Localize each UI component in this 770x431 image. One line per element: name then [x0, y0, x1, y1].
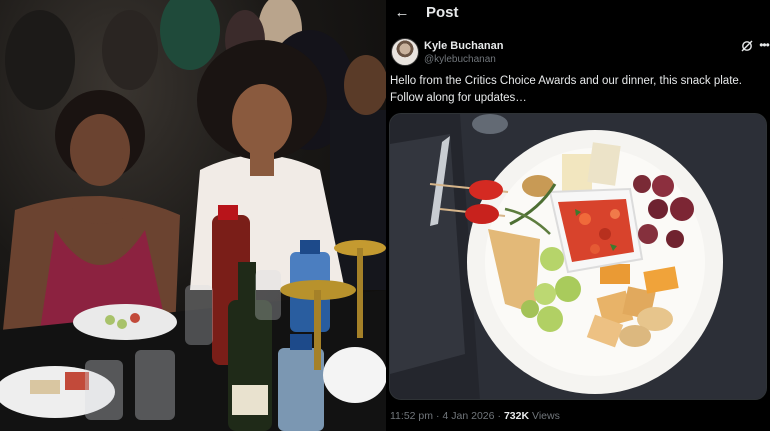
views-count: 732K: [503, 410, 530, 422]
author-display-name[interactable]: Kyle Buchanan: [424, 40, 503, 52]
grok-icon[interactable]: [739, 39, 755, 53]
separator-dot: ·: [497, 410, 501, 422]
separator-dot: ·: [436, 410, 440, 422]
event-photo: [0, 0, 386, 431]
post-text: Hello from the Critics Choice Awards and…: [390, 75, 742, 104]
author-handle[interactable]: @kylebuchanan: [424, 54, 496, 65]
post-meta: 11:52 pm · 4 Jan 2026 · 732K Views: [390, 410, 560, 422]
views-label: Views: [532, 410, 560, 422]
avatar[interactable]: [391, 38, 419, 66]
post-date[interactable]: 4 Jan 2026: [443, 410, 495, 422]
event-photo-illustration: [0, 0, 386, 431]
post-time[interactable]: 11:52 pm: [390, 410, 433, 422]
page-title: Post: [426, 4, 459, 21]
arrow-left-icon[interactable]: ←: [392, 4, 412, 22]
more-horizontal-icon[interactable]: •••: [757, 39, 770, 53]
post-view: ← Post Kyle Buchanan @kylebuchanan ••• H…: [386, 0, 770, 431]
grok-icon-glyph: [741, 40, 753, 52]
author-row: Kyle Buchanan @kylebuchanan •••: [389, 38, 770, 68]
snack-plate-illustration: [390, 114, 766, 399]
post-header: ← Post: [386, 0, 770, 28]
post-image[interactable]: [389, 113, 767, 400]
